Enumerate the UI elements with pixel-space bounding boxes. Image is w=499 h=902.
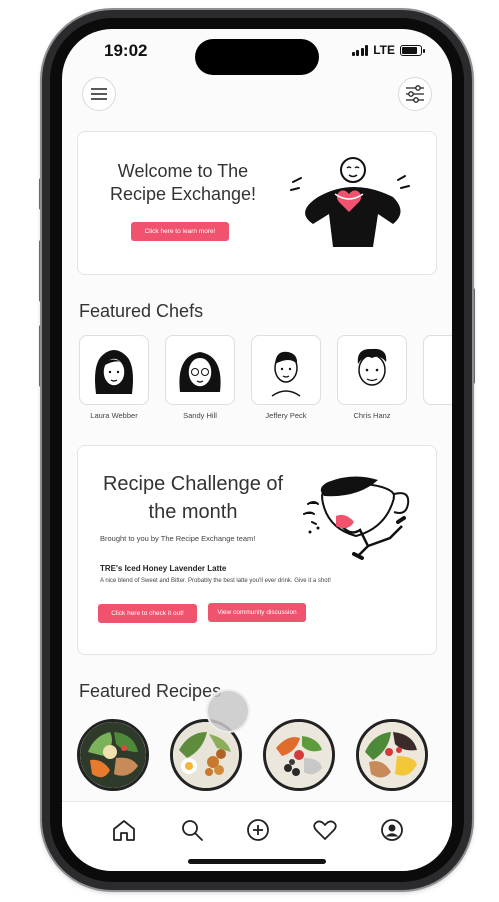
recipe-bowl[interactable] — [77, 719, 149, 791]
chef-name: Jeffery Peck — [265, 411, 307, 420]
home-indicator — [188, 859, 326, 864]
challenge-title: Recipe Challenge of the month — [102, 473, 284, 523]
chef-avatar-illustration — [357, 348, 387, 386]
profile-icon — [381, 819, 403, 841]
nav-home[interactable] — [110, 816, 138, 844]
chef-card-partial[interactable] — [423, 335, 452, 405]
welcome-card: Welcome to The Recipe Exchange! Click he… — [77, 131, 437, 275]
featured-recipes-title: Featured Recipes — [79, 681, 222, 701]
chef-name: Chris Hanz — [353, 411, 391, 420]
filter-button[interactable] — [398, 77, 432, 111]
app-screen: 19:02 LTE Welcome to The Recipe Exchange… — [62, 29, 452, 871]
chef-avatar-illustration — [271, 351, 301, 397]
welcome-title: Welcome to The Recipe Exchange! — [109, 161, 257, 204]
challenge-recipe-name: TRE's Iced Honey Lavender Latte — [100, 564, 227, 573]
chef-name: Sandy Hill — [183, 411, 217, 420]
chef-card[interactable]: Jeffery Peck — [251, 335, 321, 420]
home-icon — [113, 820, 135, 841]
touch-indicator — [206, 689, 250, 733]
challenge-card: Recipe Challenge of the month Brought to… — [77, 445, 437, 655]
search-icon — [182, 820, 203, 841]
salad-bowl-image — [80, 722, 146, 788]
challenge-subtitle: Brought to you by The Recipe Exchange te… — [100, 534, 256, 543]
hamburger-icon — [91, 88, 107, 100]
signal-icon — [351, 44, 369, 56]
battery-icon — [400, 44, 425, 56]
burrito-bowl-image — [359, 722, 425, 788]
chef-avatar-illustration — [179, 352, 221, 392]
recipe-bowl[interactable] — [263, 719, 335, 791]
nav-profile[interactable] — [378, 816, 406, 844]
nav-search[interactable] — [178, 816, 206, 844]
chef-card[interactable]: Sandy Hill — [165, 335, 235, 420]
bottom-navigation — [62, 801, 452, 871]
recipe-bowl[interactable] — [356, 719, 428, 791]
network-label: LTE — [373, 43, 395, 57]
chef-name: Laura Webber — [90, 411, 138, 420]
menu-button[interactable] — [82, 77, 116, 111]
veggie-bowl-image — [266, 722, 332, 788]
nav-add[interactable] — [244, 816, 272, 844]
nav-favorites[interactable] — [311, 816, 339, 844]
challenge-description: A nice blend of Sweet and Bitter. Probab… — [100, 578, 331, 584]
status-icons: LTE — [351, 43, 425, 57]
heart-icon — [313, 820, 337, 840]
chef-card[interactable]: Chris Hanz — [337, 335, 407, 420]
featured-chefs-title: Featured Chefs — [79, 301, 204, 321]
learn-more-button[interactable]: Click here to learn more! — [131, 222, 229, 241]
coffee-cup-illustration — [303, 476, 410, 560]
dynamic-island — [195, 39, 319, 75]
community-discussion-button[interactable]: View community discussion — [208, 603, 306, 622]
check-it-out-button[interactable]: Click here to check it out! — [98, 604, 197, 623]
sliders-icon — [406, 85, 424, 103]
chef-card[interactable]: Laura Webber — [79, 335, 149, 420]
heart-person-illustration — [290, 157, 410, 247]
chef-avatar-illustration — [95, 350, 133, 394]
status-time: 19:02 — [104, 41, 148, 60]
add-icon — [247, 819, 269, 841]
